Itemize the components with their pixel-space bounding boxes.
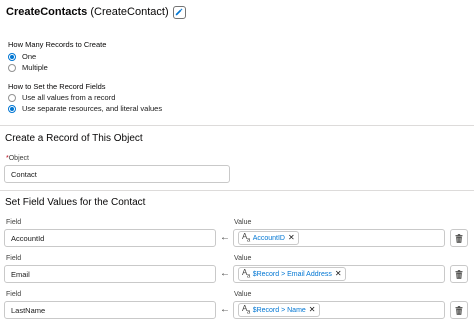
field-values-section-heading: Set Field Values for the Contact — [5, 197, 146, 208]
left-arrow-icon: ← — [220, 304, 230, 315]
records-count-label: How Many Records to Create — [8, 40, 107, 49]
element-label: (CreateContact) — [90, 6, 169, 18]
field-label: Field — [6, 219, 22, 226]
delete-row-button[interactable] — [450, 301, 468, 319]
value-input-lastname[interactable]: Aa $Record > Name ✕ — [233, 301, 445, 319]
text-type-icon: Aa — [242, 304, 250, 316]
object-input-value: Contact — [11, 169, 37, 179]
value-input-email[interactable]: Aa $Record > Email Address ✕ — [233, 265, 445, 283]
edit-button[interactable] — [172, 5, 186, 19]
fields-mode-label: How to Set the Record Fields — [8, 82, 106, 91]
left-arrow-icon: ← — [220, 232, 230, 243]
object-section-heading: Create a Record of This Object — [5, 133, 143, 144]
field-input-lastname[interactable]: LastName — [4, 301, 216, 319]
pencil-icon — [175, 8, 183, 16]
flow-element-editor: CreateContacts (CreateContact) How Many … — [0, 0, 474, 326]
value-input-accountid[interactable]: Aa AccountID ✕ — [233, 229, 445, 247]
left-arrow-icon: ← — [220, 268, 230, 279]
delete-row-button[interactable] — [450, 265, 468, 283]
field-label: Field — [6, 291, 22, 298]
radio-option-multiple[interactable]: Multiple — [8, 62, 48, 73]
value-label: Value — [234, 291, 252, 298]
object-input[interactable]: Contact — [4, 165, 230, 183]
close-icon[interactable]: ✕ — [335, 270, 342, 278]
resource-pill-label: $Record > Name — [252, 306, 306, 314]
section-divider — [0, 190, 474, 191]
close-icon[interactable]: ✕ — [288, 234, 295, 242]
radio-button-all-values[interactable] — [8, 93, 16, 102]
field-input-email[interactable]: Email — [4, 265, 216, 283]
object-field-label: *Object — [6, 155, 29, 162]
radio-button-multiple[interactable] — [8, 63, 16, 72]
close-icon[interactable]: ✕ — [309, 306, 316, 314]
trash-icon — [455, 305, 463, 315]
field-input-accountid[interactable]: AccountId — [4, 229, 216, 247]
resource-pill-label: $Record > Email Address — [252, 270, 332, 278]
radio-label-all-values: Use all values from a record — [22, 93, 116, 102]
text-type-icon: Aa — [242, 232, 250, 244]
radio-label-multiple: Multiple — [22, 63, 48, 72]
radio-label-separate-resources: Use separate resources, and literal valu… — [22, 104, 163, 113]
radio-option-one[interactable]: One — [8, 51, 36, 62]
trash-icon — [455, 269, 463, 279]
value-label: Value — [234, 219, 252, 226]
radio-option-all-values[interactable]: Use all values from a record — [8, 92, 115, 103]
delete-row-button[interactable] — [450, 229, 468, 247]
radio-option-separate-resources[interactable]: Use separate resources, and literal valu… — [8, 103, 162, 114]
field-label: Field — [6, 255, 22, 262]
resource-pill[interactable]: Aa AccountID ✕ — [238, 231, 299, 245]
element-api-name: CreateContacts — [6, 6, 88, 18]
resource-pill[interactable]: Aa $Record > Name ✕ — [238, 303, 320, 317]
value-label: Value — [234, 255, 252, 262]
element-title: CreateContacts (CreateContact) — [6, 6, 169, 18]
radio-button-one[interactable] — [8, 52, 16, 61]
object-label-text: Object — [8, 155, 29, 162]
header: CreateContacts (CreateContact) — [6, 3, 186, 21]
resource-pill-label: AccountID — [252, 234, 285, 242]
text-type-icon: Aa — [242, 268, 250, 280]
field-input-value: LastName — [11, 305, 46, 315]
trash-icon — [455, 233, 463, 243]
section-divider — [0, 125, 474, 126]
field-input-value: AccountId — [11, 233, 45, 243]
radio-button-separate-resources[interactable] — [8, 104, 16, 113]
field-input-value: Email — [11, 269, 30, 279]
resource-pill[interactable]: Aa $Record > Email Address ✕ — [238, 267, 346, 281]
radio-label-one: One — [22, 52, 37, 61]
